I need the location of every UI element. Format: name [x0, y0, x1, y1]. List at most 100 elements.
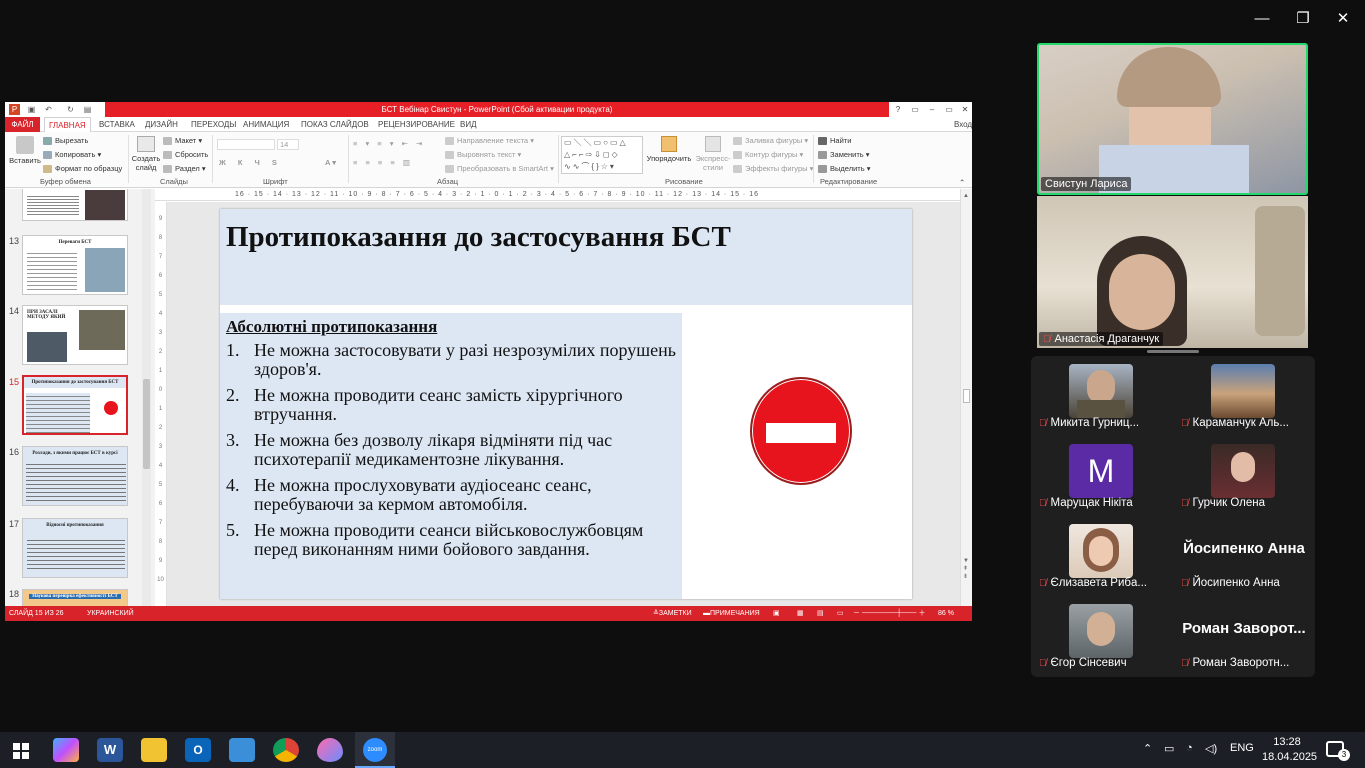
redo-icon[interactable]: ↻ [65, 104, 76, 115]
slide-thumbnail[interactable]: Відносні протипоказання [22, 518, 128, 578]
tab-view[interactable]: ВИД [456, 117, 481, 132]
help-icon[interactable]: ? [891, 103, 905, 116]
participant-tile[interactable]: 🎙̸ Микита Гурниц... [1031, 356, 1173, 436]
replace-button[interactable]: Заменить ▾ [818, 150, 870, 160]
layout-button[interactable]: Макет ▾ [163, 136, 202, 146]
slide-thumbnail[interactable]: Переваги БСТ [22, 235, 128, 295]
copilot-icon[interactable] [53, 738, 79, 762]
shape-fill-button[interactable]: Заливка фигуры ▾ [733, 136, 808, 146]
tab-animation[interactable]: АНИМАЦИЯ [239, 117, 293, 132]
participant-tile[interactable]: Роман Заворот... 🎙̸ Роман Заворотн... [1173, 596, 1315, 676]
align-text-button[interactable]: Выровнять текст ▾ [445, 150, 521, 160]
file-explorer-icon[interactable] [141, 738, 167, 762]
close-button[interactable]: ✕ [1322, 0, 1364, 36]
zoom-taskbar-button[interactable]: zoom [355, 732, 395, 768]
font-color-button[interactable]: A ▾ [325, 158, 336, 167]
reset-button[interactable]: Сбросить [163, 150, 208, 160]
tab-insert[interactable]: ВСТАВКА [95, 117, 139, 132]
view-slideshow-icon[interactable]: ▭ [837, 606, 844, 621]
participant-tile[interactable]: 🎙̸ Гурчик Олена [1173, 436, 1315, 516]
restore-button[interactable]: ❐ [1282, 0, 1324, 36]
tab-design[interactable]: ДИЗАЙН [141, 117, 182, 132]
chrome-icon[interactable] [273, 738, 299, 762]
speaker-video[interactable]: Свистун Лариса [1037, 43, 1308, 195]
sign-in-link[interactable]: Вход [950, 117, 972, 132]
text-direction-button[interactable]: Направление текста ▾ [445, 136, 534, 146]
battery-icon[interactable]: ▭ [1164, 742, 1174, 755]
volume-icon[interactable]: ◁) [1205, 742, 1217, 755]
tab-file[interactable]: ФАЙЛ [5, 117, 40, 132]
undo-icon[interactable]: ↶ [43, 104, 54, 115]
participant-tile[interactable]: 🎙̸ Єлизавета Рибa... [1031, 516, 1173, 596]
ppt-close-button[interactable]: ✕ [958, 103, 972, 116]
mic-muted-icon: 🎙̸ [1039, 578, 1047, 589]
paste-button[interactable]: Вставить [9, 136, 41, 165]
view-sorter-icon[interactable]: ▦ [797, 606, 804, 621]
zoom-level[interactable]: 86 % [938, 606, 954, 621]
ribbon-display-icon[interactable]: ▭ [908, 103, 922, 116]
collapse-ribbon-icon[interactable]: ⌃ [959, 178, 965, 187]
ppt-minimize-button[interactable]: – [925, 103, 939, 116]
smartart-button[interactable]: Преобразовать в SmartArt ▾ [445, 164, 554, 174]
shape-effects-button[interactable]: Эффекты фигуры ▾ [733, 164, 813, 174]
shapes-gallery[interactable]: ▭＼＼▭○▭△ △⌐⌐⇨⇩◻◇ ∿∿⌒{}☆▾ [561, 136, 643, 174]
wifi-icon[interactable]: ◔ [1186, 742, 1193, 754]
arrange-button[interactable]: Упорядочить [645, 136, 693, 163]
thumbnails-scrollbar[interactable] [142, 189, 151, 606]
cut-button[interactable]: Вырезать [43, 136, 88, 146]
font-size-box[interactable]: 14 [277, 139, 299, 150]
participant-tile[interactable]: M 🎙̸ Марущак Нікіта [1031, 436, 1173, 516]
font-name-box[interactable] [217, 139, 275, 150]
slide-thumbnail[interactable]: Розлади, з якими працює БСТ в курсі [22, 446, 128, 506]
no-entry-sign-icon [750, 377, 852, 485]
windows-start-icon[interactable] [8, 738, 34, 762]
participant-tile[interactable]: 🎙̸ Караманчук Аль... [1173, 356, 1315, 436]
group-drawing-label: Рисование [665, 177, 703, 186]
tab-home[interactable]: ГЛАВНАЯ [44, 117, 91, 132]
language-button[interactable]: ENG [1230, 742, 1254, 754]
slide-thumbnail-selected[interactable]: Протипоказання до застосування БСТ [22, 375, 128, 435]
quick-styles-button[interactable]: Экспресс-стили [695, 136, 731, 172]
view-normal-icon[interactable]: ▣ [773, 606, 780, 621]
slide-thumbnail[interactable]: ПРИ ЗАСАЛІ МЕТОДУ ЯКИЙ [22, 305, 128, 365]
panel-drag-handle[interactable] [1147, 350, 1199, 353]
outlook-icon[interactable]: O [185, 738, 211, 762]
font-format-buttons[interactable]: Ж К Ч S [219, 158, 282, 167]
list-buttons[interactable]: ≡ ▾ ≡ ▾ ⇤ ⇥ [353, 139, 425, 148]
tab-slideshow[interactable]: ПОКАЗ СЛАЙДОВ [297, 117, 373, 132]
app-icon[interactable] [229, 738, 255, 762]
view-reading-icon[interactable]: ▤ [817, 606, 824, 621]
participant-video[interactable]: 🎙̸ Анастасія Драганчук [1037, 196, 1308, 348]
section-button[interactable]: Раздел ▾ [163, 164, 206, 174]
new-slide-button[interactable]: Создать слайд [131, 136, 161, 172]
align-buttons[interactable]: ≡ ≡ ≡ ≡ ▥ [353, 158, 413, 167]
participant-tile[interactable]: 🎙̸ Єгор Сінсевич [1031, 596, 1173, 676]
slide-thumbnail[interactable]: Наукова перевірка ефективності БСТ [22, 589, 128, 606]
save-icon[interactable]: ▣ [26, 104, 37, 115]
clock[interactable]: 13:28 18.04.2025 [1262, 735, 1317, 765]
notes-button[interactable]: ≙ ЗАМЕТКИ [653, 606, 692, 621]
slide-scrollbar[interactable]: ▲ ▼ ⇞ ⇟ [960, 189, 972, 606]
mic-muted-icon: 🎙̸ [1039, 658, 1047, 669]
word-icon[interactable]: W [97, 738, 123, 762]
tab-transitions[interactable]: ПЕРЕХОДЫ [187, 117, 240, 132]
ppt-restore-button[interactable]: ▭ [942, 103, 956, 116]
slide-content-box[interactable]: Абсолютні протипоказання 1. Не можна заст… [220, 313, 682, 599]
tab-review[interactable]: РЕЦЕНЗИРОВАНИЕ [374, 117, 459, 132]
language-indicator[interactable]: УКРАИНСКИЙ [87, 606, 134, 621]
copy-button[interactable]: Копировать ▾ [43, 150, 101, 160]
find-button[interactable]: Найти [818, 136, 851, 146]
slideshow-icon[interactable]: ▤ [82, 104, 93, 115]
paint-icon[interactable] [317, 738, 343, 762]
slide-thumbnail[interactable] [22, 189, 128, 221]
format-painter-button[interactable]: Формат по образцу [43, 164, 122, 174]
shape-outline-button[interactable]: Контур фигуры ▾ [733, 150, 803, 160]
show-hidden-icons[interactable]: ⌃ [1143, 742, 1152, 755]
current-slide[interactable]: Протипоказання до застосування БСТ Абсол… [220, 209, 912, 599]
slide-title[interactable]: Протипоказання до застосування БСТ [226, 221, 731, 254]
comments-button[interactable]: ▬ ПРИМЕЧАНИЯ [703, 606, 760, 621]
minimize-button[interactable]: — [1241, 0, 1283, 36]
select-button[interactable]: Выделить ▾ [818, 164, 870, 174]
zoom-slider[interactable]: － ───────┼─── ＋ [853, 606, 925, 621]
participant-tile[interactable]: Йосипенко Анна 🎙̸ Йосипенко Анна [1173, 516, 1315, 596]
